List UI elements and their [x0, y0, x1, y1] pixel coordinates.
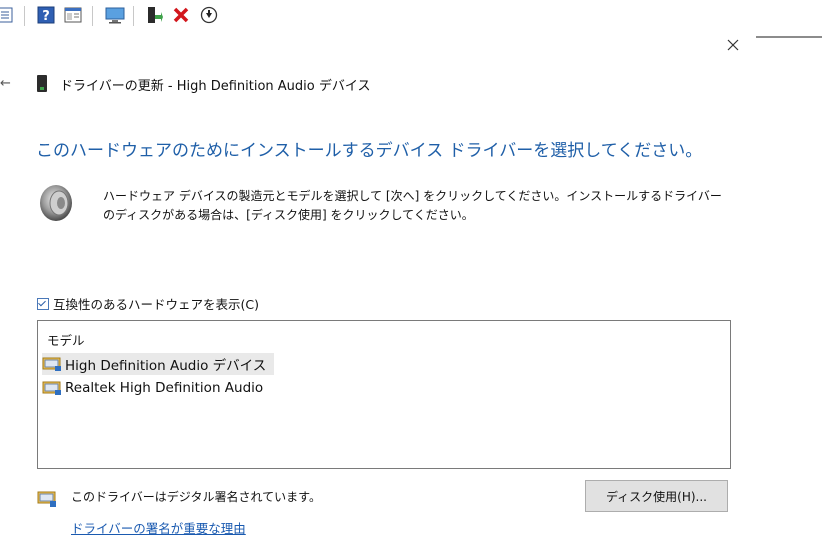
compatible-hardware-toggle[interactable]: 互換性のあるハードウェアを表示(C) — [37, 294, 259, 313]
computer-icon[interactable] — [104, 6, 126, 24]
instruction-text: ハードウェア デバイスの製造元とモデルを選択して [次へ] をクリックしてくださ… — [103, 189, 722, 222]
page-heading: このハードウェアのためにインストールするデバイス ドライバーを選択してください。 — [36, 141, 703, 161]
dialog-title: ドライバーの更新 - High Definition Audio デバイス — [60, 79, 371, 94]
properties-icon[interactable] — [0, 6, 14, 24]
background-divider — [756, 36, 822, 38]
have-disk-button[interactable]: ディスク使用(H)... — [585, 480, 728, 512]
uninstall-icon[interactable] — [172, 6, 190, 24]
driver-device-icon — [37, 75, 47, 92]
background-toolbar: ? — [0, 0, 760, 32]
list-header: モデル — [47, 333, 85, 348]
list-item[interactable]: High Definition Audio デバイス — [42, 353, 275, 375]
list-item-label: Realtek High Definition Audio — [65, 380, 264, 396]
help-icon[interactable]: ? — [37, 6, 55, 24]
download-icon[interactable] — [200, 6, 218, 24]
svg-text:?: ? — [42, 9, 50, 24]
list-item[interactable]: Realtek High Definition Audio — [42, 377, 271, 399]
signed-driver-icon — [37, 491, 56, 507]
back-arrow-icon[interactable]: ← — [0, 76, 14, 91]
signature-importance-link[interactable]: ドライバーの署名が重要な理由 — [71, 518, 246, 537]
toolbar-separator — [92, 6, 93, 26]
model-listbox[interactable]: モデル High Definition Audio デバイス Realtek H… — [37, 320, 731, 469]
console-icon[interactable] — [64, 6, 82, 24]
toolbar-separator — [24, 6, 25, 26]
update-driver-icon[interactable] — [145, 6, 163, 24]
list-item-label: High Definition Audio デバイス — [65, 358, 267, 374]
compatible-hardware-checkbox[interactable] — [37, 297, 49, 310]
compatible-hardware-label: 互換性のあるハードウェアを表示(C) — [53, 297, 259, 312]
close-button[interactable] — [722, 34, 744, 56]
toolbar-separator — [133, 6, 134, 26]
driver-package-icon — [42, 357, 61, 371]
signature-status-text: このドライバーはデジタル署名されています。 — [71, 490, 321, 504]
speaker-icon — [40, 185, 72, 221]
driver-package-icon — [42, 381, 61, 395]
